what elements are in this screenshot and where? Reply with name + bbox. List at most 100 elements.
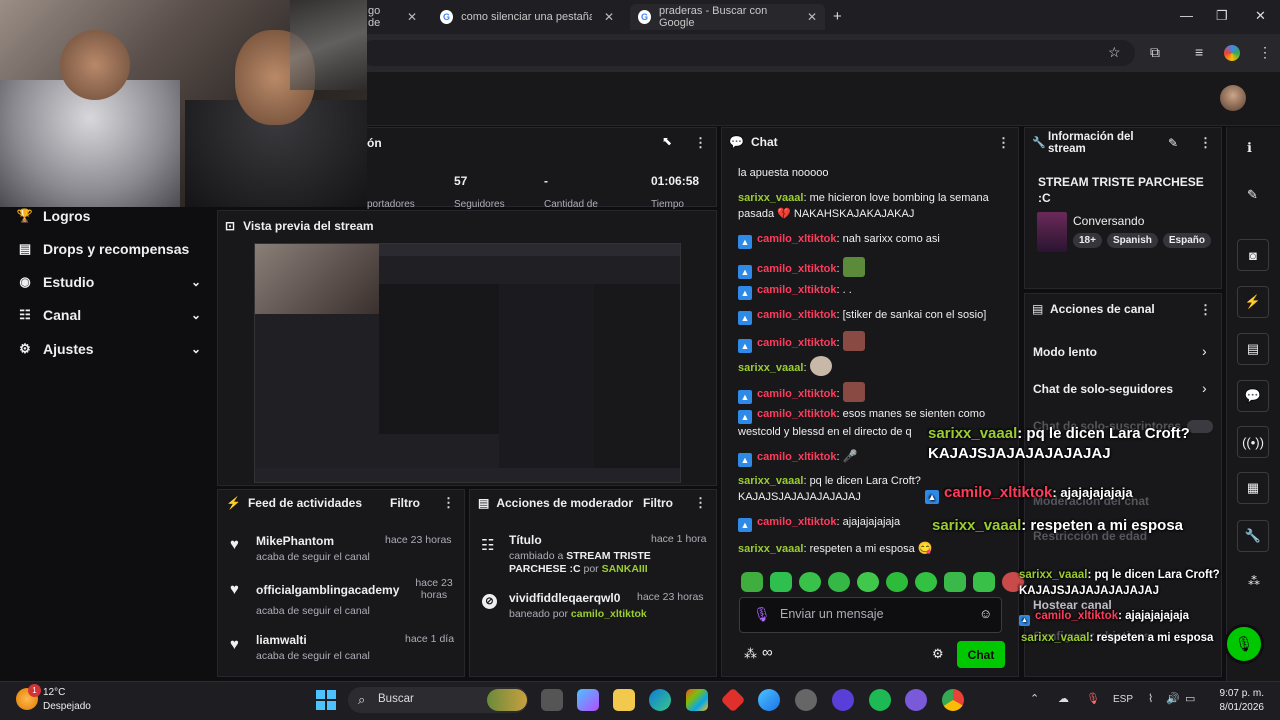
layout-icon[interactable]: ▦ bbox=[1237, 472, 1269, 504]
kebab-icon[interactable]: ⋮ bbox=[694, 495, 707, 511]
close-window-button[interactable]: ✕ bbox=[1255, 8, 1266, 24]
copilot-icon[interactable] bbox=[577, 689, 599, 711]
clock-date[interactable]: 8/01/2026 bbox=[1218, 702, 1265, 713]
menu-kebab-icon[interactable]: ⋮ bbox=[1258, 44, 1272, 61]
battery-icon[interactable]: ▭ bbox=[1185, 692, 1195, 705]
emote-icon[interactable] bbox=[799, 572, 821, 592]
send-chat-button[interactable]: Chat bbox=[957, 641, 1005, 668]
language-indicator[interactable]: ESP bbox=[1113, 694, 1133, 705]
chevron-right-icon[interactable]: › bbox=[1202, 380, 1207, 396]
sidebar-item-drops[interactable]: ▤ Drops y recompensas bbox=[16, 237, 201, 261]
chevron-right-icon[interactable]: › bbox=[1202, 343, 1207, 359]
pencil-icon[interactable]: ✎ bbox=[1168, 136, 1178, 150]
filter-button[interactable]: Filtro bbox=[643, 496, 673, 510]
emote-icon[interactable] bbox=[741, 572, 763, 592]
emote-picker-icon[interactable]: ☺ bbox=[979, 606, 992, 621]
store-icon[interactable] bbox=[686, 689, 708, 711]
media-icon[interactable]: ≡ bbox=[1195, 44, 1203, 60]
profile-icon[interactable] bbox=[1224, 45, 1240, 61]
chat-username[interactable]: sarixx_vaaal bbox=[738, 192, 803, 204]
kebab-icon[interactable]: ⋮ bbox=[1199, 302, 1212, 318]
lightning-icon[interactable]: ⚡ bbox=[1237, 286, 1269, 318]
mod-username[interactable]: camilo_xltiktok bbox=[571, 608, 647, 620]
banned-username[interactable]: vividfiddleqaerqwl0 bbox=[509, 591, 620, 605]
url-input[interactable] bbox=[360, 40, 1135, 66]
chat-bubble-icon[interactable]: 💬 bbox=[1237, 380, 1269, 412]
discord-icon[interactable] bbox=[905, 689, 927, 711]
weather-desc[interactable]: Despejado bbox=[43, 701, 91, 712]
tag[interactable]: Españo bbox=[1162, 233, 1211, 248]
chat-username[interactable]: camilo_xltiktok bbox=[757, 516, 836, 528]
close-icon[interactable]: ✕ bbox=[407, 10, 417, 24]
kebab-icon[interactable]: ⋮ bbox=[442, 495, 455, 511]
chat-username[interactable]: camilo_xltiktok bbox=[757, 284, 836, 296]
feed-username[interactable]: liamwalti bbox=[256, 633, 307, 647]
wifi-icon[interactable]: ⌇ bbox=[1148, 692, 1153, 705]
browser-app-icon[interactable] bbox=[758, 689, 780, 711]
wrench-icon[interactable]: 🔧 bbox=[1237, 520, 1269, 552]
purple-app-icon[interactable] bbox=[832, 689, 854, 711]
browser-tab-active[interactable]: Gpraderas - Buscar con Google ✕ bbox=[630, 4, 825, 30]
volume-icon[interactable]: 🔊 bbox=[1166, 692, 1180, 705]
sidebar-item-estudio[interactable]: ◉ Estudio ⌄ bbox=[16, 270, 201, 294]
spotify-icon[interactable] bbox=[869, 689, 891, 711]
chat-username[interactable]: camilo_xltiktok bbox=[757, 337, 836, 349]
kebab-icon[interactable]: ⋮ bbox=[694, 135, 707, 151]
chat-username[interactable]: camilo_xltiktok bbox=[757, 263, 836, 275]
share-icon[interactable]: ⁂ bbox=[1248, 574, 1260, 588]
close-icon[interactable]: ✕ bbox=[807, 10, 817, 24]
close-icon[interactable]: ✕ bbox=[604, 10, 614, 24]
file-explorer-icon[interactable] bbox=[613, 689, 635, 711]
edge-icon[interactable] bbox=[649, 689, 671, 711]
chat-message-input[interactable]: Enviar un mensaje bbox=[780, 607, 884, 621]
chat-username[interactable]: sarixx_vaaal bbox=[738, 362, 803, 374]
chat-username[interactable]: camilo_xltiktok bbox=[757, 451, 836, 463]
task-view-icon[interactable] bbox=[541, 689, 563, 711]
bookmark-star-icon[interactable]: ☆ bbox=[1108, 44, 1121, 61]
live-status-button[interactable]: 🎙 bbox=[1224, 624, 1264, 664]
sidebar-item-ajustes[interactable]: ⚙ Ajustes ⌄ bbox=[16, 337, 201, 361]
channel-points-icon[interactable]: ⁂ bbox=[744, 646, 757, 662]
emote-icon[interactable] bbox=[828, 572, 850, 592]
mod-username[interactable]: SANKAIII bbox=[602, 563, 648, 575]
browser-tab[interactable]: go de ✕ bbox=[360, 4, 425, 30]
chat-username[interactable]: sarixx_vaaal bbox=[738, 475, 803, 487]
minimize-button[interactable]: — bbox=[1180, 8, 1193, 23]
chat-username[interactable]: camilo_xltiktok bbox=[757, 309, 836, 321]
chat-username[interactable]: camilo_xltiktok bbox=[757, 233, 836, 245]
emote-icon[interactable] bbox=[857, 572, 879, 592]
emote-icon[interactable] bbox=[944, 572, 966, 592]
emote-icon[interactable] bbox=[770, 572, 792, 592]
tag[interactable]: Spanish bbox=[1106, 233, 1158, 248]
sidebar-item-canal[interactable]: ☷ Canal ⌄ bbox=[16, 303, 201, 327]
chat-username[interactable]: camilo_xltiktok bbox=[757, 408, 836, 420]
chat-settings-icon[interactable]: ⚙ bbox=[932, 646, 944, 662]
weather-temp[interactable]: 12°C bbox=[43, 687, 65, 698]
slow-mode-action[interactable]: Modo lento bbox=[1033, 345, 1097, 359]
microphone-icon[interactable]: 🎙 bbox=[753, 606, 771, 623]
browser-tab[interactable]: Gcomo silenciar una pestaña - Bu ✕ bbox=[432, 4, 622, 30]
category-name[interactable]: Conversando bbox=[1073, 214, 1144, 228]
feed-username[interactable]: MikePhantom bbox=[256, 534, 334, 548]
chrome-icon[interactable] bbox=[942, 689, 964, 711]
clock-time[interactable]: 9:07 p. m. bbox=[1218, 688, 1264, 699]
new-tab-button[interactable]: + bbox=[833, 8, 842, 25]
onedrive-icon[interactable]: ☁ bbox=[1058, 692, 1069, 705]
stream-preview-video[interactable] bbox=[254, 243, 681, 483]
maximize-button[interactable]: ❐ bbox=[1216, 8, 1228, 24]
document-icon[interactable]: ▤ bbox=[1237, 333, 1269, 365]
emote-icon[interactable] bbox=[886, 572, 908, 592]
feed-username[interactable]: officialgamblingacademy bbox=[256, 583, 399, 597]
emote-icon[interactable] bbox=[915, 572, 937, 592]
user-avatar[interactable] bbox=[1220, 85, 1246, 111]
kebab-icon[interactable]: ⋮ bbox=[997, 135, 1010, 151]
tag[interactable]: 18+ bbox=[1073, 233, 1102, 248]
chevron-up-icon[interactable]: ⌃ bbox=[1030, 692, 1039, 705]
windows-start-icon[interactable] bbox=[316, 690, 336, 710]
category-box-art[interactable] bbox=[1037, 212, 1067, 252]
broadcast-icon[interactable]: ((•)) bbox=[1237, 426, 1269, 458]
filter-button[interactable]: Filtro bbox=[390, 496, 420, 510]
kebab-icon[interactable]: ⋮ bbox=[1199, 135, 1212, 151]
emote-icon[interactable] bbox=[973, 572, 995, 592]
info-icon[interactable]: ℹ bbox=[1247, 140, 1252, 156]
